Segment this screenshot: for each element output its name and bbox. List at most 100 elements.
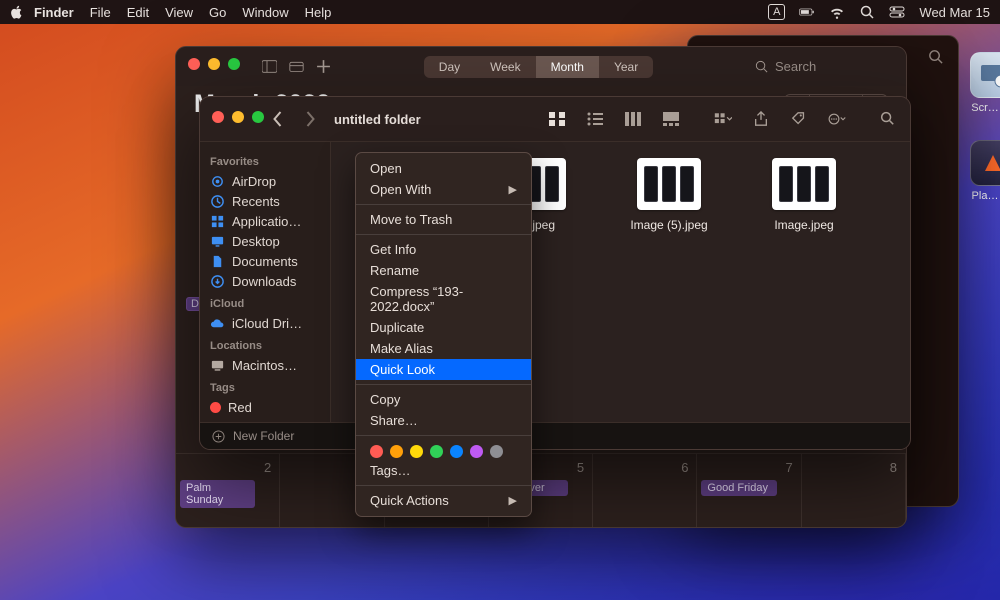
menu-go[interactable]: Go	[209, 5, 226, 20]
seg-week[interactable]: Week	[475, 56, 535, 78]
context-menu[interactable]: OpenOpen With▶ Move to Trash Get InfoRenam…	[355, 152, 532, 517]
cell-date: 8	[890, 460, 897, 475]
sidebar-item-airdrop[interactable]: AirDrop	[210, 172, 322, 192]
context-item[interactable]: Duplicate	[356, 317, 531, 338]
input-source-badge[interactable]: A	[768, 4, 785, 20]
menubar-date[interactable]: Wed Mar 15	[919, 5, 990, 20]
tag-color[interactable]	[430, 445, 443, 458]
context-item[interactable]: Move to Trash	[356, 209, 531, 230]
macos-menubar: Finder File Edit View Go Window Help A W…	[0, 0, 1000, 24]
file-label: Image (5).jpeg	[629, 218, 709, 232]
context-item[interactable]: Rename	[356, 260, 531, 281]
sidebar-tag-red[interactable]: Red	[210, 398, 322, 418]
sidebar-section-locations: Locations	[210, 340, 322, 352]
menu-edit[interactable]: Edit	[127, 5, 149, 20]
tag-color[interactable]	[370, 445, 383, 458]
context-item[interactable]: Tags…	[356, 460, 531, 481]
finder-search[interactable]	[878, 110, 896, 129]
menu-file[interactable]: File	[90, 5, 111, 20]
file-item[interactable]: Image (5).jpeg	[629, 158, 709, 236]
view-columns[interactable]	[624, 111, 642, 127]
calendar-cell[interactable]: 6	[593, 453, 697, 527]
menu-help[interactable]: Help	[305, 5, 332, 20]
cal-sidebar-icon[interactable]	[262, 59, 277, 74]
tags-button[interactable]	[790, 111, 808, 127]
finder-title: untitled folder	[334, 112, 421, 127]
sidebar-item-desktop[interactable]: Desktop	[210, 232, 322, 252]
context-item[interactable]: Open	[356, 158, 531, 179]
context-item[interactable]: Quick Look	[356, 359, 531, 380]
cell-date: 7	[785, 460, 792, 475]
back-button[interactable]	[270, 110, 285, 128]
share-button[interactable]	[752, 111, 770, 127]
seg-month[interactable]: Month	[536, 56, 599, 78]
finder-pathbar[interactable]: New Folder	[200, 422, 910, 449]
cal-calendars-icon[interactable]	[289, 59, 304, 74]
cal-traffic-lights[interactable]	[188, 58, 240, 70]
spotlight-icon[interactable]	[859, 4, 875, 20]
wifi-icon[interactable]	[829, 4, 845, 20]
app-menu: Finder File Edit View Go Window Help	[34, 5, 331, 20]
context-item[interactable]: Share…	[356, 410, 531, 431]
desktop-app-playgrounds[interactable]: Pla…	[970, 140, 1000, 202]
finder-sidebar: Favorites AirDropRecentsApplicatio…Deskt…	[200, 142, 331, 422]
finder-traffic-lights[interactable]	[212, 111, 264, 123]
context-item[interactable]: Make Alias	[356, 338, 531, 359]
file-item[interactable]: Image.jpeg	[764, 158, 844, 236]
seg-year[interactable]: Year	[599, 56, 653, 78]
context-separator	[356, 234, 531, 235]
sidebar-item-iclouddrive[interactable]: iCloud Dri…	[210, 314, 322, 334]
finder-window: untitled folder Favorites AirDropRecents…	[199, 96, 911, 450]
desktop-app-screenshot[interactable]: Scr…	[970, 52, 1000, 114]
context-item[interactable]: Copy	[356, 389, 531, 410]
cal-search[interactable]: Search	[746, 56, 892, 77]
control-center-icon[interactable]	[889, 4, 905, 20]
seg-day[interactable]: Day	[424, 56, 475, 78]
context-item[interactable]: Get Info	[356, 239, 531, 260]
context-separator	[356, 435, 531, 436]
desktop-app-label: Scr…	[970, 102, 1000, 114]
sidebar-section-favorites: Favorites	[210, 156, 322, 168]
context-tag-colors[interactable]	[356, 440, 531, 460]
cal-add-icon[interactable]	[316, 59, 331, 74]
tag-color[interactable]	[390, 445, 403, 458]
search-icon	[754, 59, 769, 74]
context-separator	[356, 384, 531, 385]
plus-circle-icon	[212, 430, 225, 443]
sidebar-item-macintosh[interactable]: Macintos…	[210, 356, 322, 376]
context-item[interactable]: Quick Actions▶	[356, 490, 531, 511]
context-separator	[356, 485, 531, 486]
group-menu[interactable]	[714, 111, 732, 127]
view-list[interactable]	[586, 111, 604, 127]
tag-color[interactable]	[490, 445, 503, 458]
sidebar-item-apps[interactable]: Applicatio…	[210, 212, 322, 232]
view-gallery[interactable]	[662, 111, 680, 127]
tag-color[interactable]	[410, 445, 423, 458]
context-item[interactable]: Compress “193-2022.docx”	[356, 281, 531, 317]
action-menu[interactable]	[828, 111, 846, 127]
tag-color[interactable]	[470, 445, 483, 458]
calendar-cell[interactable]: 7 Good Friday	[697, 453, 801, 527]
sidebar-section-icloud: iCloud	[210, 298, 322, 310]
menu-window[interactable]: Window	[242, 5, 288, 20]
battery-icon[interactable]	[799, 4, 815, 20]
app-name[interactable]: Finder	[34, 5, 74, 20]
desktop-app-label: Pla…	[970, 190, 1000, 202]
file-label: Image.jpeg	[764, 218, 844, 232]
finder-toolbar: untitled folder	[200, 97, 910, 142]
context-item[interactable]: Open With▶	[356, 179, 531, 200]
tag-color[interactable]	[450, 445, 463, 458]
sidebar-item-clock[interactable]: Recents	[210, 192, 322, 212]
cell-date: 2	[264, 460, 271, 475]
forward-button[interactable]	[303, 110, 318, 128]
calendar-cell[interactable]: 2 Palm Sunday	[176, 453, 280, 527]
search-icon[interactable]	[927, 48, 944, 65]
calendar-cell[interactable]: 8	[802, 453, 906, 527]
event-good-friday[interactable]: Good Friday	[701, 480, 776, 496]
sidebar-item-down[interactable]: Downloads	[210, 272, 322, 292]
menu-view[interactable]: View	[165, 5, 193, 20]
view-icons[interactable]	[548, 111, 566, 127]
cal-view-segmented[interactable]: Day Week Month Year	[424, 56, 653, 78]
event-palm-sunday[interactable]: Palm Sunday	[180, 480, 255, 508]
sidebar-item-doc[interactable]: Documents	[210, 252, 322, 272]
